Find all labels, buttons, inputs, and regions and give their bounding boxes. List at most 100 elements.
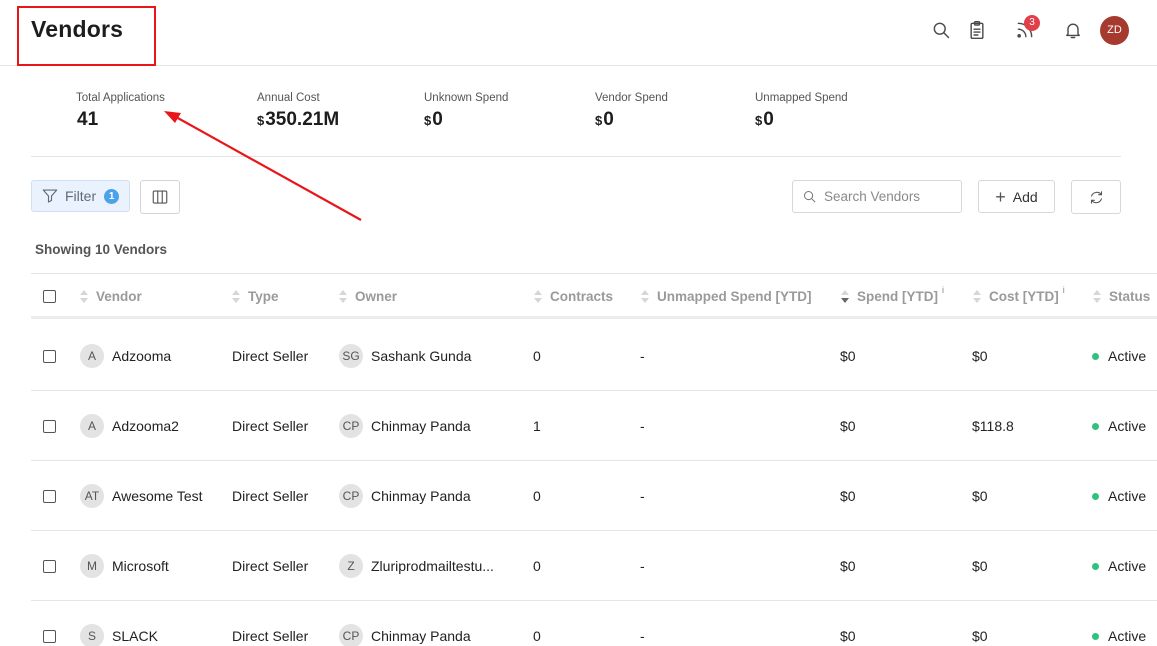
vendor-cell[interactable]: AT Awesome Test [80,461,203,531]
spend-cell: $0 [840,348,856,364]
owner-avatar: CP [339,624,363,646]
column-header-type[interactable]: Type [231,288,279,304]
owner-name: Chinmay Panda [371,418,471,434]
column-header-cost[interactable]: Cost [YTD] i [972,285,1065,304]
owner-cell[interactable]: CP Chinmay Panda [339,461,471,531]
unmapped-spend-cell: - [640,488,645,504]
column-header-vendor[interactable]: Vendor [79,288,142,304]
cost-cell: $0 [972,558,988,574]
row-checkbox[interactable] [43,419,56,433]
unmapped-spend-cell: - [640,558,645,574]
cost-cell: $118.8 [972,418,1014,434]
vendor-cell[interactable]: M Microsoft [80,531,169,601]
type-cell: Direct Seller [232,558,309,574]
stats-divider [31,156,1121,157]
sort-icon [79,288,89,304]
columns-button[interactable] [140,180,180,214]
user-avatar[interactable]: ZD [1100,16,1129,45]
status-cell: Active [1092,391,1146,461]
status-dot [1092,562,1099,570]
status-dot [1092,422,1099,430]
owner-name: Zluriprodmailtestu... [371,558,494,574]
sort-icon [1092,288,1102,304]
row-checkbox[interactable] [43,559,56,573]
sort-desc-icon [840,288,850,304]
row-checkbox[interactable] [43,349,56,363]
stat-value: $0 [595,109,614,130]
status-cell: Active [1092,321,1146,391]
owner-name: Sashank Gunda [371,348,472,364]
cost-cell: $0 [972,348,988,364]
owner-avatar: SG [339,344,363,368]
search-icon [804,191,816,203]
vendor-cell[interactable]: A Adzooma2 [80,391,179,461]
vendor-avatar: AT [80,484,104,508]
vendor-cell[interactable]: A Adzooma [80,321,171,391]
row-checkbox[interactable] [43,629,56,643]
table-row[interactable]: AT Awesome Test Direct Seller CP Chinmay P… [31,461,1157,531]
column-header-spend[interactable]: Spend [YTD] i [840,285,944,304]
owner-cell[interactable]: Z Zluriprodmailtestu... [339,531,494,601]
table-row[interactable]: S SLACK Direct Seller CP Chinmay Panda 0 -… [31,601,1157,646]
stat-label: Vendor Spend [595,92,668,104]
page-header: Vendors 3 ZD [0,0,1157,66]
showing-count: Showing 10 Vendors [35,242,168,257]
vendor-avatar: A [80,414,104,438]
column-header-contracts[interactable]: Contracts [533,288,613,304]
status-dot [1092,632,1099,640]
table-row[interactable]: A Adzooma Direct Seller SG Sashank Gunda 0… [31,321,1157,391]
owner-cell[interactable]: CP Chinmay Panda [339,601,471,646]
cost-cell: $0 [972,628,988,644]
contracts-cell: 0 [533,558,541,574]
search-icon[interactable] [929,18,953,42]
column-header-status[interactable]: Status [1092,288,1150,304]
table-row[interactable]: A Adzooma2 Direct Seller CP Chinmay Panda … [31,391,1157,461]
search-vendors-field[interactable] [792,180,962,213]
status-cell: Active [1092,461,1146,531]
status-cell: Active [1092,601,1146,646]
type-cell: Direct Seller [232,628,309,644]
bell-icon[interactable] [1061,18,1085,42]
spend-cell: $0 [840,488,856,504]
table-row[interactable]: M Microsoft Direct Seller Z Zluriprodmailt… [31,531,1157,601]
plus-icon: + [995,186,1006,207]
contracts-cell: 0 [533,488,541,504]
filter-button[interactable]: Filter 1 [31,180,130,212]
refresh-icon [1090,190,1102,204]
owner-avatar: CP [339,414,363,438]
info-icon: i [942,285,944,295]
sort-icon [640,288,650,304]
stat-vendor-spend: Vendor Spend $0 [595,92,668,131]
refresh-button[interactable] [1071,180,1121,214]
add-button[interactable]: + Add [978,180,1055,213]
vendor-name: Adzooma [112,348,172,364]
title-highlight-box [17,6,156,66]
clipboard-icon[interactable] [965,18,989,42]
notification-badge: 3 [1024,15,1040,31]
sort-icon [231,288,241,304]
stat-label: Total Applications [76,92,165,104]
vendor-cell[interactable]: S SLACK [80,601,158,646]
owner-cell[interactable]: CP Chinmay Panda [339,391,471,461]
stat-value: $0 [755,109,774,130]
sort-icon [972,288,982,304]
add-label: Add [1012,188,1038,205]
owner-cell[interactable]: SG Sashank Gunda [339,321,471,391]
contracts-cell: 1 [533,418,541,434]
select-all-checkbox[interactable] [43,290,56,303]
row-checkbox[interactable] [43,489,56,503]
vendor-name: SLACK [112,628,158,644]
unmapped-spend-cell: - [640,628,645,644]
search-vendors-input[interactable] [824,189,954,204]
column-header-owner[interactable]: Owner [338,288,397,304]
stat-value: $350.21M [257,109,340,130]
owner-name: Chinmay Panda [371,488,471,504]
contracts-cell: 0 [533,348,541,364]
filter-icon [42,189,58,203]
column-header-unmapped-spend[interactable]: Unmapped Spend [YTD] [640,288,812,304]
vendor-avatar: M [80,554,104,578]
table-header: Vendor Type Owner Contracts Unmapped Spe… [31,274,1157,319]
unmapped-spend-cell: - [640,418,645,434]
stat-unknown-spend: Unknown Spend $0 [424,92,508,131]
owner-avatar: Z [339,554,363,578]
